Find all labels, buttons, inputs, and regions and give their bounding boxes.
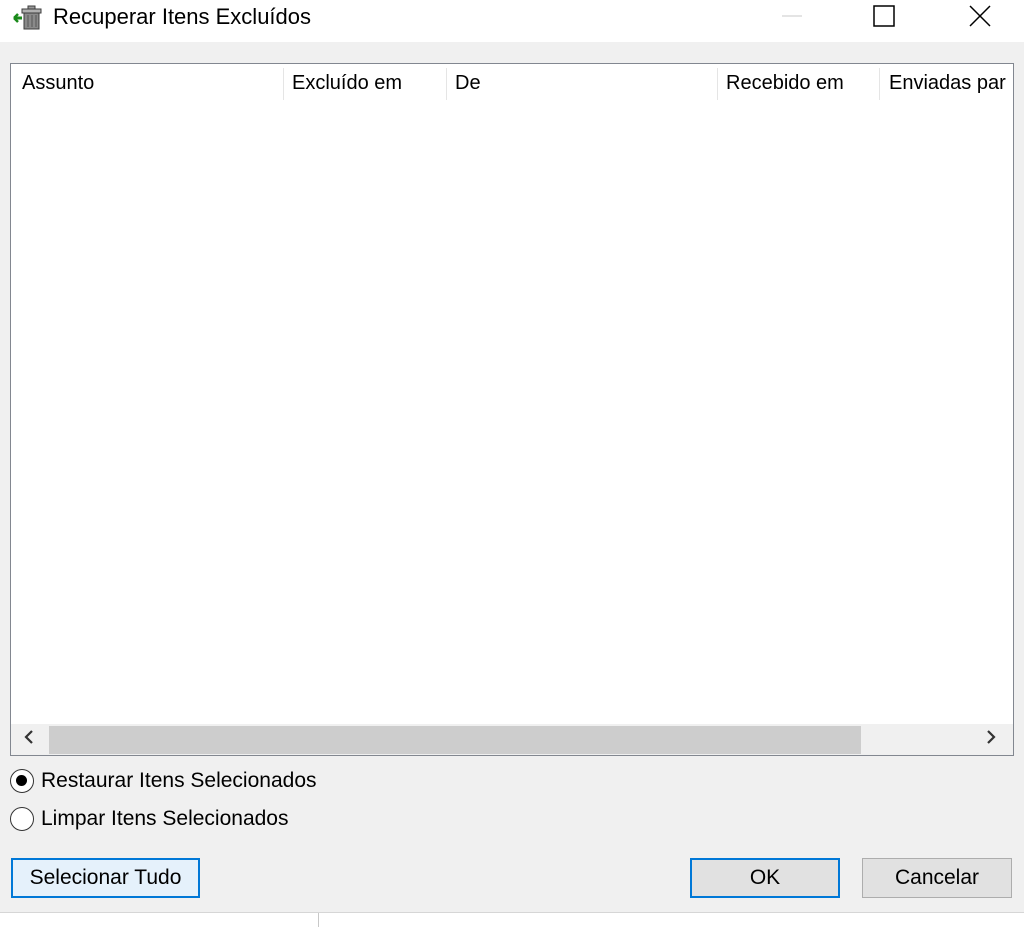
column-header-label: Assunto bbox=[22, 71, 95, 94]
column-header-label: Recebido em bbox=[726, 71, 844, 94]
column-header-from[interactable]: De bbox=[455, 64, 715, 102]
select-all-button[interactable]: Selecionar Tudo bbox=[11, 858, 200, 898]
column-header-label: De bbox=[455, 71, 481, 94]
restore-option[interactable]: Restaurar Itens Selecionados bbox=[10, 767, 317, 795]
background-divider bbox=[318, 913, 319, 927]
column-divider[interactable] bbox=[717, 68, 718, 100]
maximize-icon bbox=[873, 4, 895, 32]
close-icon bbox=[969, 4, 991, 32]
column-divider[interactable] bbox=[879, 68, 880, 100]
background-window-edge bbox=[0, 912, 1024, 927]
column-header-subject[interactable]: Assunto bbox=[22, 64, 282, 102]
title-bar: Recuperar Itens Excluídos bbox=[0, 0, 1024, 42]
minimize-icon bbox=[782, 6, 802, 31]
restore-label: Restaurar Itens Selecionados bbox=[41, 769, 317, 792]
column-header-received-on[interactable]: Recebido em bbox=[726, 64, 876, 102]
recover-deleted-items-dialog: Recuperar Itens Excluídos Assunto Excluí… bbox=[0, 0, 1024, 912]
deleted-items-list[interactable]: Assunto Excluído em De Recebido em Envia… bbox=[10, 63, 1014, 756]
scroll-right-button[interactable] bbox=[973, 724, 1009, 755]
close-button[interactable] bbox=[932, 0, 1024, 36]
list-header: Assunto Excluído em De Recebido em Envia… bbox=[11, 64, 1013, 102]
column-header-sent-to[interactable]: Enviadas par bbox=[889, 64, 1013, 102]
chevron-left-icon bbox=[22, 729, 36, 750]
purge-option[interactable]: Limpar Itens Selecionados bbox=[10, 805, 288, 833]
column-header-label: Excluído em bbox=[292, 71, 403, 94]
column-divider[interactable] bbox=[283, 68, 284, 100]
scroll-thumb[interactable] bbox=[49, 726, 861, 754]
restore-radio[interactable] bbox=[10, 769, 34, 793]
window-title: Recuperar Itens Excluídos bbox=[53, 4, 312, 29]
maximize-button[interactable] bbox=[836, 0, 932, 36]
cancel-button[interactable]: Cancelar bbox=[862, 858, 1012, 898]
horizontal-scrollbar[interactable] bbox=[11, 724, 1013, 755]
ok-button[interactable]: OK bbox=[690, 858, 840, 898]
scroll-left-button[interactable] bbox=[11, 724, 47, 755]
purge-radio[interactable] bbox=[10, 807, 34, 831]
column-header-label: Enviadas par bbox=[889, 71, 1006, 94]
column-divider[interactable] bbox=[446, 68, 447, 100]
minimize-button[interactable] bbox=[744, 0, 840, 36]
column-header-deleted-on[interactable]: Excluído em bbox=[292, 64, 444, 102]
recover-deleted-items-icon bbox=[12, 4, 46, 32]
chevron-right-icon bbox=[984, 729, 998, 750]
purge-label: Limpar Itens Selecionados bbox=[41, 807, 289, 830]
